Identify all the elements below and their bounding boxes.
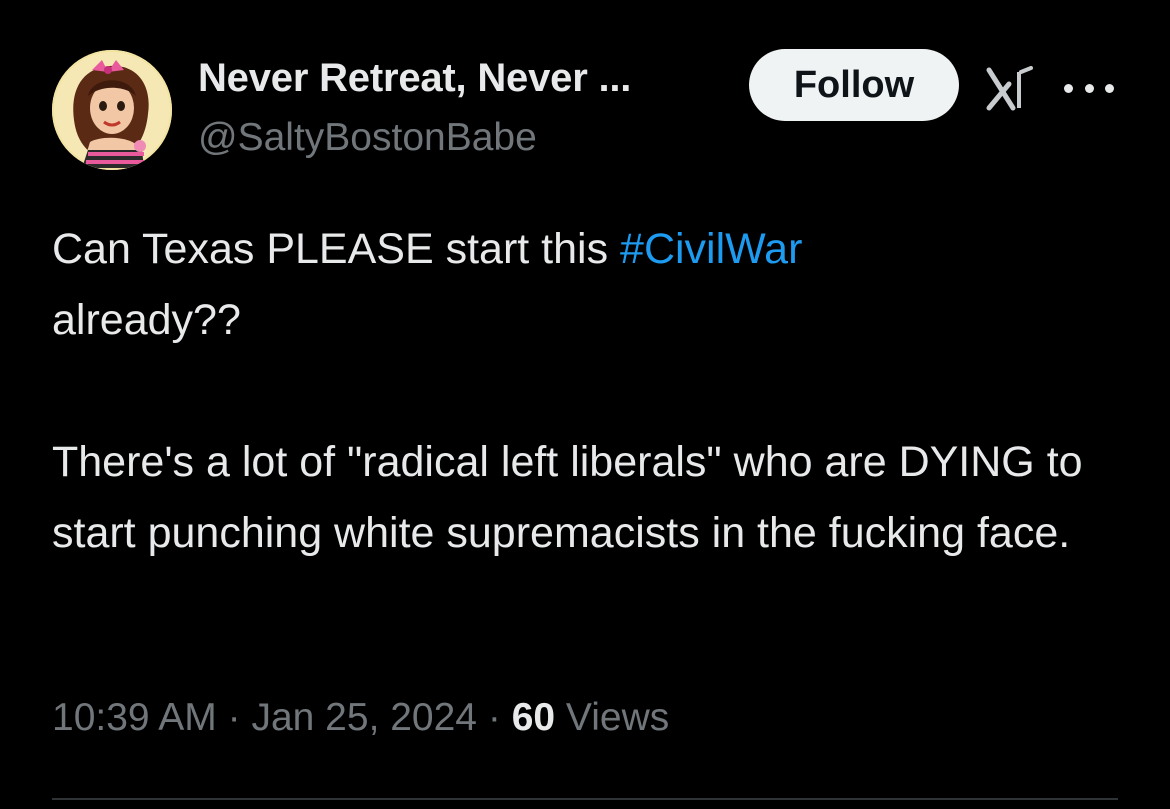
more-dot [1064,83,1073,93]
tweet-paragraph-1: Can Texas PLEASE start this #CivilWar alr… [52,214,1132,356]
follow-button[interactable]: Follow [749,49,959,121]
hashtag-link[interactable]: #CivilWar [620,225,802,273]
meta-separator: · [227,696,241,739]
meta-separator: · [487,696,501,739]
tweet-meta: 10:39 AM · Jan 25, 2024 · 60 Views [52,696,669,740]
more-options-icon[interactable] [1064,74,1114,102]
grok-icon[interactable] [985,66,1037,112]
more-dot [1105,83,1114,93]
avatar-illustration [52,50,172,170]
views-count: 60 [511,696,556,739]
tweet-text-segment: already?? [52,296,241,344]
more-dot [1084,83,1094,93]
divider [52,798,1118,800]
tweet-time[interactable]: 10:39 AM [52,696,217,739]
author-handle[interactable]: @SaltyBostonBabe [198,116,537,160]
views-label: Views [565,696,670,739]
tweet-text: Can Texas PLEASE start this #CivilWar alr… [52,214,1132,569]
tweet-text-segment: Can Texas PLEASE start this [52,225,621,273]
tweet-paragraph-2: There's a lot of "radical left liberals"… [52,438,1083,557]
tweet-card: Never Retreat, Never ... @SaltyBostonBab… [0,0,1170,809]
author-display-name[interactable]: Never Retreat, Never ... [198,56,631,101]
avatar[interactable] [52,50,172,170]
tweet-date[interactable]: Jan 25, 2024 [251,696,477,739]
